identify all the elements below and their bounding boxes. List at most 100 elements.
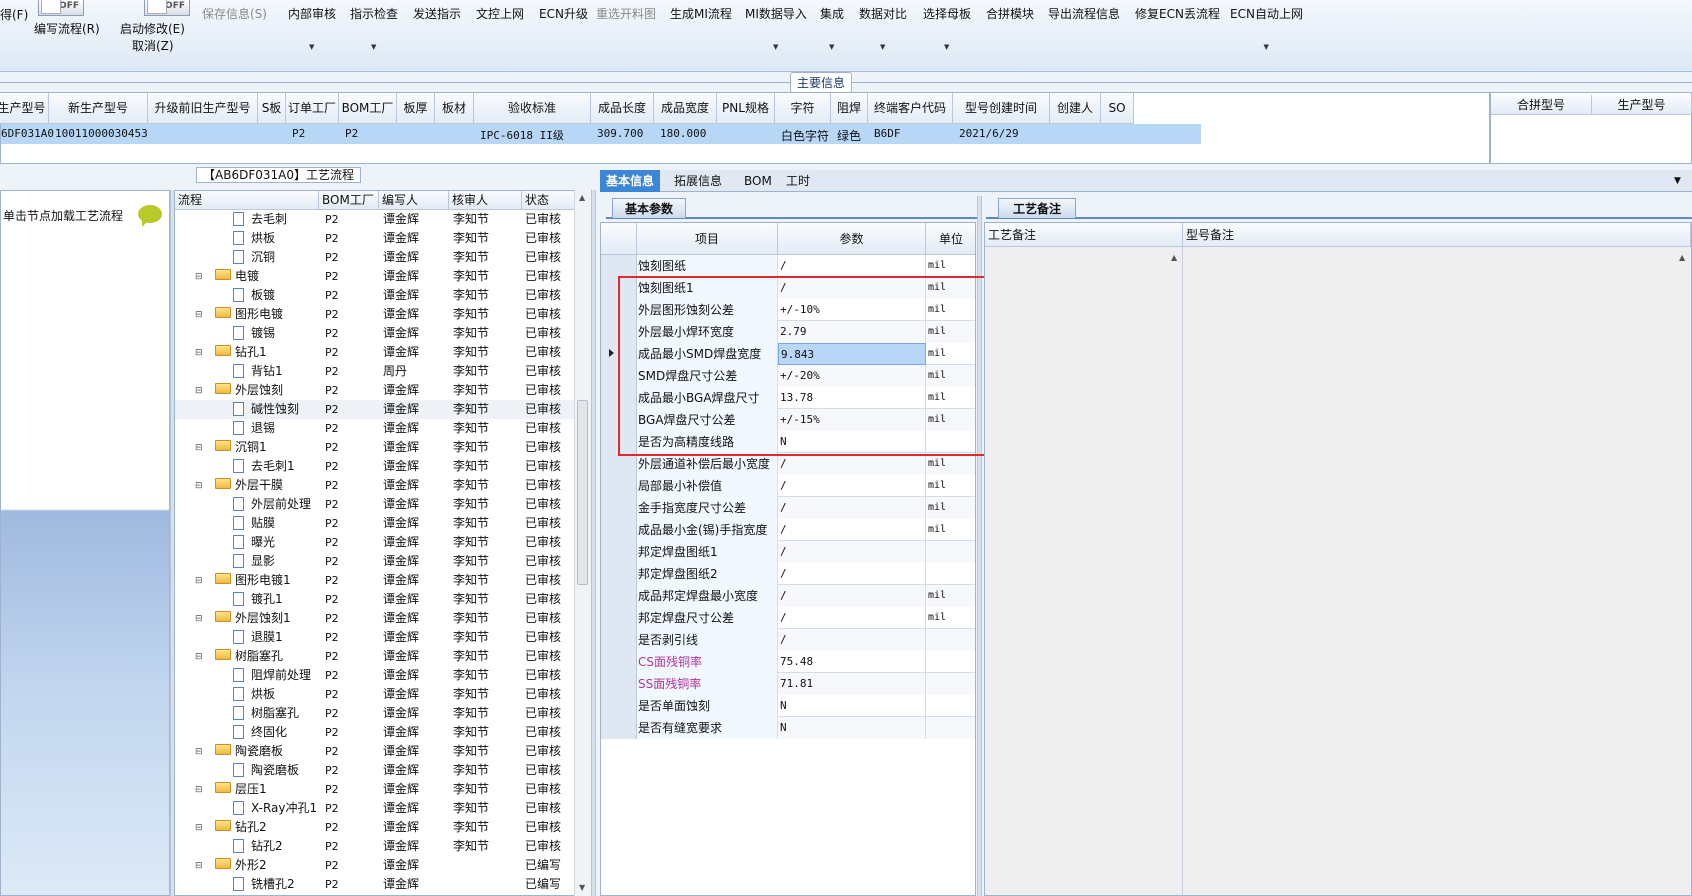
collapse-icon[interactable]: ⊟: [195, 612, 203, 627]
collapse-icon[interactable]: ⊟: [195, 384, 203, 399]
table-row[interactable]: 树脂塞孔 P2 谭金辉 李知节 已审核: [175, 704, 575, 723]
main-info-header-10[interactable]: 成品宽度: [654, 93, 717, 124]
param-row[interactable]: SS面残铜率 71.81: [601, 673, 975, 695]
table-row[interactable]: 去毛刺 P2 谭金辉 李知节 已审核: [175, 210, 575, 229]
ribbon-button-14[interactable]: 修复ECN丢流程: [1133, 7, 1222, 21]
param-value-cell[interactable]: /: [778, 497, 926, 519]
params-value-header[interactable]: 参数: [778, 223, 926, 255]
table-row[interactable]: ⊟ 陶瓷磨板 P2 谭金辉 李知节 已审核: [175, 742, 575, 761]
collapse-icon[interactable]: ⊟: [195, 783, 203, 798]
main-info-header-9[interactable]: 成品长度: [591, 93, 654, 124]
param-row[interactable]: CS面残铜率 75.48: [601, 651, 975, 673]
collapse-icon[interactable]: ⊟: [195, 745, 203, 760]
param-value-cell[interactable]: /: [778, 541, 926, 563]
param-row[interactable]: 局部最小补偿值 / mil: [601, 475, 975, 497]
param-value-cell[interactable]: /: [778, 607, 926, 629]
main-info-header-16[interactable]: 创建人: [1050, 93, 1101, 124]
collapse-icon[interactable]: ⊟: [195, 479, 203, 494]
ribbon-button-9[interactable]: 集成 ▼: [818, 7, 846, 51]
tab-work-hours[interactable]: 工时: [780, 170, 816, 192]
main-info-header-2[interactable]: 升级前旧生产型号: [148, 93, 258, 124]
params-item-header[interactable]: 项目: [637, 223, 778, 255]
tab-extended-info[interactable]: 拓展信息: [668, 170, 728, 192]
table-row[interactable]: 碱性蚀刻 P2 谭金辉 李知节 已审核: [175, 400, 575, 419]
tree-scrollbar[interactable]: ▲ ▼: [574, 190, 590, 896]
main-info-header-1[interactable]: 新生产型号: [49, 93, 148, 124]
main-info-tab[interactable]: 主要信息: [790, 72, 853, 93]
ribbon-button-1[interactable]: 内部审核 ▼: [286, 7, 338, 51]
param-row[interactable]: 是否单面蚀刻 N: [601, 695, 975, 717]
main-info-header-3[interactable]: S板: [258, 93, 286, 124]
ribbon-button-2[interactable]: 指示检查 ▼: [348, 7, 400, 51]
param-value-cell[interactable]: /: [778, 475, 926, 497]
table-row[interactable]: ⊟ 图形电镀1 P2 谭金辉 李知节 已审核: [175, 571, 575, 590]
table-row[interactable]: 沉铜 P2 谭金辉 李知节 已审核: [175, 248, 575, 267]
table-row[interactable]: 终固化 P2 谭金辉 李知节 已审核: [175, 723, 575, 742]
process-remarks-header[interactable]: 工艺备注: [985, 223, 1183, 247]
auto-modify-button[interactable]: 启动修改(E): [120, 22, 185, 36]
table-row[interactable]: 钻孔2 P2 谭金辉 李知节 已审核: [175, 837, 575, 856]
table-row[interactable]: 镀锡 P2 谭金辉 李知节 已审核: [175, 324, 575, 343]
param-row[interactable]: 是否剥引线 /: [601, 629, 975, 651]
param-row[interactable]: 邦定焊盘尺寸公差 / mil: [601, 607, 975, 629]
main-info-header-15[interactable]: 型号创建时间: [953, 93, 1050, 124]
table-row[interactable]: ⊟ 电镀 P2 谭金辉 李知节 已审核: [175, 267, 575, 286]
table-row[interactable]: ⊟ 外形2 P2 谭金辉 已编写: [175, 856, 575, 875]
param-value-cell[interactable]: N: [778, 717, 926, 739]
param-value-cell[interactable]: 71.81: [778, 673, 926, 695]
params-unit-header[interactable]: 单位: [926, 223, 975, 255]
ribbon-button-7[interactable]: 生成MI流程: [668, 7, 734, 21]
param-value-cell[interactable]: /: [778, 563, 926, 585]
table-row[interactable]: 背钻1 P2 周丹 李知节 已审核: [175, 362, 575, 381]
process-remarks-textarea[interactable]: [985, 247, 1183, 895]
ribbon-button-13[interactable]: 导出流程信息: [1046, 7, 1122, 21]
collapse-icon[interactable]: ⊟: [195, 270, 203, 285]
table-row[interactable]: 阻焊前处理 P2 谭金辉 李知节 已审核: [175, 666, 575, 685]
chevron-down-icon[interactable]: ▼: [1263, 40, 1268, 54]
auto-modify-toggle[interactable]: OFF: [144, 0, 190, 16]
edit-flow-button[interactable]: 编写流程(R): [34, 22, 100, 36]
tree-header-2[interactable]: 编写人: [379, 191, 449, 210]
chat-bubble-icon[interactable]: [138, 205, 162, 227]
table-row[interactable]: ⊟ 外层蚀刻1 P2 谭金辉 李知节 已审核: [175, 609, 575, 628]
ribbon-button-11[interactable]: 选择母板 ▼: [921, 7, 973, 51]
ribbon-button-12[interactable]: 合拼模块: [984, 7, 1036, 21]
main-info-header-7[interactable]: 板材: [435, 93, 474, 124]
table-row[interactable]: ⊟ 层压1 P2 谭金辉 李知节 已审核: [175, 780, 575, 799]
tab-bom[interactable]: BOM: [738, 170, 778, 192]
tree-scrollbar-thumb[interactable]: [577, 400, 588, 585]
main-info-header-6[interactable]: 板厚: [397, 93, 435, 124]
tree-header-1[interactable]: BOM工厂: [319, 191, 379, 210]
table-row[interactable]: 退锡 P2 谭金辉 李知节 已审核: [175, 419, 575, 438]
table-row[interactable]: 退膜1 P2 谭金辉 李知节 已审核: [175, 628, 575, 647]
tab-basic-info[interactable]: 基本信息: [600, 170, 661, 192]
ribbon-button-10[interactable]: 数据对比 ▼: [857, 7, 909, 51]
main-info-header-8[interactable]: 验收标准: [474, 93, 591, 124]
param-row[interactable]: 外层通道补偿后最小宽度 / mil: [601, 453, 975, 475]
table-row[interactable]: 去毛刺1 P2 谭金辉 李知节 已审核: [175, 457, 575, 476]
param-value-cell[interactable]: /: [778, 629, 926, 651]
chevron-down-icon[interactable]: ▼: [309, 40, 314, 54]
chevron-down-icon[interactable]: ▼: [829, 40, 834, 54]
main-info-header-5[interactable]: BOM工厂: [339, 93, 397, 124]
table-row[interactable]: 烘板 P2 谭金辉 李知节 已审核: [175, 229, 575, 248]
ribbon-button-4[interactable]: 文控上网: [474, 7, 526, 21]
collapse-icon[interactable]: ⊟: [195, 650, 203, 665]
collapse-icon[interactable]: ⊟: [195, 821, 203, 836]
ribbon-button-15[interactable]: ECN自动上网 ▼: [1228, 7, 1305, 51]
chevron-down-icon[interactable]: ▼: [773, 40, 778, 54]
tree-header-4[interactable]: 状态: [522, 191, 575, 210]
ribbon-partial-label[interactable]: 得(F): [0, 8, 28, 22]
process-remarks-tab[interactable]: 工艺备注: [998, 198, 1077, 218]
edit-flow-toggle[interactable]: OFF: [38, 0, 84, 16]
param-row[interactable]: 蚀刻图纸 / mil: [601, 255, 975, 277]
model-remarks-header[interactable]: 型号备注: [1183, 223, 1691, 247]
param-value-cell[interactable]: /: [778, 255, 926, 277]
chevron-down-icon[interactable]: ▼: [944, 40, 949, 54]
main-info-header-4[interactable]: 订单工厂: [286, 93, 339, 124]
main-info-header-14[interactable]: 终端客户代码: [868, 93, 953, 124]
cancel-button[interactable]: 取消(Z): [132, 39, 174, 53]
remarks-scroll-up-icon[interactable]: ▲: [1171, 253, 1177, 262]
ribbon-button-5[interactable]: ECN升级: [537, 7, 590, 21]
table-row[interactable]: 贴膜 P2 谭金辉 李知节 已审核: [175, 514, 575, 533]
